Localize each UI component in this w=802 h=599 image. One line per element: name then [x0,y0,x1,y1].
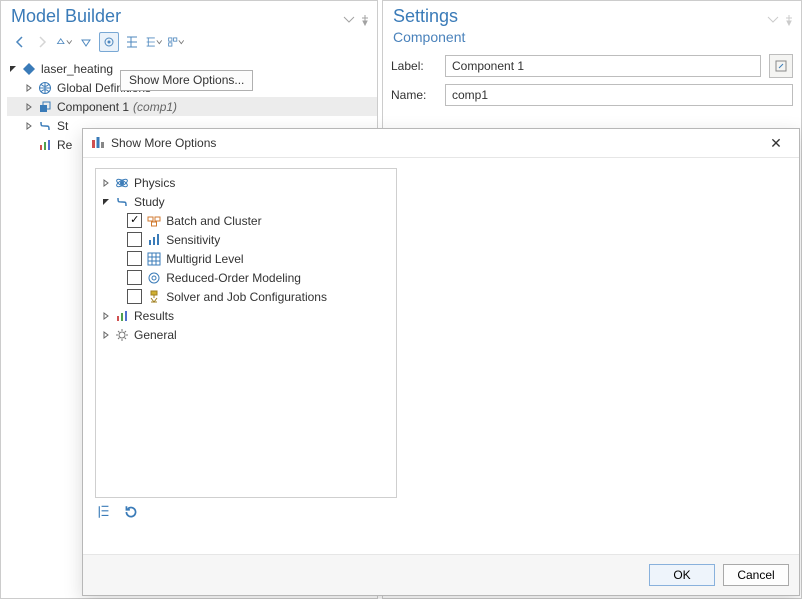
ok-button[interactable]: OK [649,564,715,586]
globe-icon [37,80,53,96]
mph-file-icon [21,61,37,77]
tree-label: St [57,119,68,133]
branch-results[interactable]: Results [100,306,392,325]
name-input[interactable] [445,84,793,106]
twisty-closed-icon[interactable] [100,177,112,189]
settings-title: Settings [393,6,458,27]
check-batch-and-cluster[interactable]: Batch and Cluster [100,211,392,230]
pin-icon[interactable] [359,10,371,22]
name-row: Name: [383,81,801,109]
solver-icon [146,289,162,305]
checkbox-icon[interactable] [127,232,142,247]
tooltip: Show More Options... [120,70,253,91]
checkbox-icon[interactable] [127,270,142,285]
twisty-closed-icon[interactable] [23,82,35,94]
option-label: Batch and Cluster [166,214,261,228]
app-icon [91,136,105,150]
expand-all-icon[interactable] [97,504,113,520]
results-icon [37,137,53,153]
rom-icon [146,270,162,286]
reset-icon[interactable] [123,504,139,520]
name-label: Name: [391,88,437,102]
model-builder-header: Model Builder [1,1,377,29]
option-label: Physics [134,176,175,190]
up-icon[interactable] [55,33,73,51]
check-multigrid-level[interactable]: Multigrid Level [100,249,392,268]
check-solver-job-config[interactable]: Solver and Job Configurations [100,287,392,306]
minimize-icon[interactable] [767,10,779,22]
checkbox-icon[interactable] [127,289,142,304]
tree-node-component[interactable]: Component 1 (comp1) [7,97,377,116]
collapse-tree-icon[interactable] [123,33,141,51]
forward-icon [33,33,51,51]
twisty-closed-icon[interactable] [23,101,35,113]
option-label: Multigrid Level [166,252,243,266]
sensitivity-icon [146,232,162,248]
branch-general[interactable]: General [100,325,392,344]
expand-tree-icon[interactable] [145,33,163,51]
reveal-icon[interactable] [769,54,793,78]
dialog-titlebar: Show More Options ✕ [83,129,799,158]
physics-icon [114,175,130,191]
checkbox-icon[interactable] [127,213,142,228]
twisty-closed-icon[interactable] [100,329,112,341]
check-sensitivity[interactable]: Sensitivity [100,230,392,249]
option-label: Study [134,195,165,209]
down-icon[interactable] [77,33,95,51]
multigrid-icon [146,251,162,267]
settings-header: Settings [383,1,801,29]
results-icon [114,308,130,324]
component-icon [37,99,53,115]
options-tree: Physics Study Batch and Cluster Sensitiv… [95,168,397,498]
close-icon[interactable]: ✕ [761,135,791,152]
settings-subtitle: Component [383,29,801,51]
gear-icon [114,327,130,343]
tree-label: Component 1 [57,100,129,114]
study-icon [114,194,130,210]
checkbox-icon[interactable] [127,251,142,266]
dialog-title: Show More Options [111,136,216,150]
model-builder-title: Model Builder [11,6,121,27]
show-more-options-button[interactable] [99,32,119,52]
twisty-closed-icon[interactable] [23,120,35,132]
batch-icon [146,213,162,229]
twisty-blank [23,139,35,151]
tree-label: laser_heating [41,62,113,76]
tree-tag: (comp1) [133,100,177,114]
option-label: Solver and Job Configurations [166,290,327,304]
label-label: Label: [391,59,437,73]
back-icon[interactable] [11,33,29,51]
twisty-open-icon[interactable] [100,196,112,208]
model-builder-toolbar [1,29,377,57]
option-label: Sensitivity [166,233,220,247]
dialog-footer: OK Cancel [83,554,799,595]
twisty-open-icon[interactable] [7,63,19,75]
branch-study[interactable]: Study [100,192,392,211]
show-more-options-dialog: Show More Options ✕ Physics Study Batch … [82,128,800,596]
twisty-closed-icon[interactable] [100,310,112,322]
option-label: Reduced-Order Modeling [166,271,301,285]
pin-icon[interactable] [783,10,795,22]
cancel-button[interactable]: Cancel [723,564,789,586]
label-input[interactable] [445,55,761,77]
dialog-toolbar [95,498,787,520]
tree-layout-icon[interactable] [167,33,185,51]
label-row: Label: [383,51,801,81]
check-reduced-order-modeling[interactable]: Reduced-Order Modeling [100,268,392,287]
tree-label: Re [57,138,72,152]
option-label: General [134,328,177,342]
study-icon [37,118,53,134]
minimize-icon[interactable] [343,10,355,22]
branch-physics[interactable]: Physics [100,173,392,192]
option-label: Results [134,309,174,323]
